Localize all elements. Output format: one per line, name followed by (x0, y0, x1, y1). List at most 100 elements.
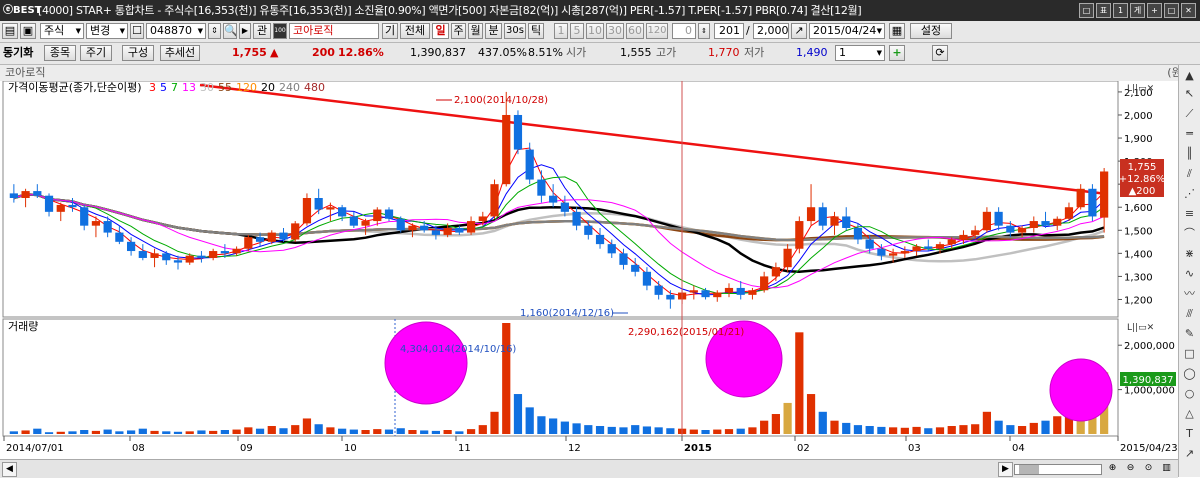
period-30s-button[interactable]: 30s (504, 23, 526, 39)
tab-period[interactable]: 주기 (80, 45, 112, 61)
auto-scroll-icon[interactable]: ↗ (791, 23, 807, 39)
zoom-out-icon[interactable]: ⊖ (1124, 462, 1137, 475)
scroll-right-icon[interactable]: ▶ (998, 462, 1013, 477)
volume-bar (478, 425, 487, 434)
gann-tool-icon[interactable]: ⋇ (1182, 247, 1197, 261)
volume-bar (971, 424, 980, 434)
save-icon[interactable]: ▣ (20, 23, 36, 39)
interval-120-button[interactable]: 120 (646, 23, 668, 39)
whole-button[interactable]: 전체 (400, 23, 430, 39)
stock-code-input[interactable]: 048870 (146, 23, 206, 39)
interval-custom-input[interactable]: 0 (672, 23, 696, 39)
fan-tool-icon[interactable]: ⋰ (1182, 187, 1197, 201)
vline-tool-icon[interactable]: ║ (1182, 147, 1197, 161)
ellipse-tool-icon[interactable]: ◯ (1182, 367, 1197, 381)
price-panel-controls[interactable]: L||▭✕ (1127, 84, 1154, 94)
maximize-button[interactable]: □ (1164, 3, 1179, 18)
zoom-in-icon[interactable]: ⊕ (1106, 462, 1119, 475)
candle-body (607, 244, 616, 254)
scroll-left-icon[interactable]: ◀ (2, 462, 17, 477)
period-tick-button[interactable]: 틱 (528, 23, 544, 39)
zoom-slider-thumb[interactable] (1019, 465, 1039, 474)
arrow-tool-icon[interactable]: ↗ (1182, 447, 1197, 461)
chart-area[interactable]: 2,1002,0001,9001,8001,7001,6001,5001,400… (0, 80, 1178, 459)
interval-30-button[interactable]: 30 (606, 23, 624, 39)
chart-menu-icon[interactable]: ▤ (2, 23, 18, 39)
volume-bar (1006, 425, 1015, 434)
regression-tool-icon[interactable]: ⫻ (1182, 307, 1197, 321)
period-daily-button[interactable]: 일 (432, 23, 449, 39)
add-chart-icon[interactable]: + (889, 45, 905, 61)
interval-spin-icon[interactable]: ⇕ (698, 23, 710, 39)
rectangle-tool-icon[interactable]: □ (1182, 347, 1197, 361)
circle-tool-icon[interactable]: ○ (1182, 387, 1197, 401)
stock-name-field[interactable]: 코아로직 (289, 23, 379, 39)
add-window-button[interactable]: + (1147, 3, 1162, 18)
chart-count-select[interactable]: 1 (835, 45, 885, 61)
open-price: 1,555 (620, 46, 652, 59)
tab-layout[interactable]: 구성 (122, 45, 154, 61)
volume-bar (33, 428, 42, 434)
wave-tool-icon[interactable]: 〰 (1182, 287, 1197, 301)
total-count-input[interactable]: 2,000 (753, 23, 789, 39)
horizontal-scrollbar[interactable]: ◀ ▶ ⊕ ⊖ ⊙ ▥ (0, 459, 1178, 478)
scroll-up-icon[interactable]: ▲ (1182, 69, 1197, 83)
ma-period-label: 20 (261, 81, 275, 94)
arc-tool-icon[interactable]: ⌒ (1182, 227, 1197, 241)
zoom-reset-icon[interactable]: ⊙ (1142, 462, 1155, 475)
volume-bar (771, 414, 780, 434)
cycle-tool-icon[interactable]: ∿ (1182, 267, 1197, 281)
text-tool-icon[interactable]: T (1182, 427, 1197, 441)
ma-period-label: 240 (279, 81, 300, 94)
restore-button[interactable]: □ (1079, 3, 1094, 18)
ma-legend-prefix: 가격이동평균(종가,단순이평) (8, 81, 142, 94)
volume-panel[interactable] (2, 318, 1119, 437)
watchlist-button[interactable]: 관 (253, 23, 271, 39)
candle-body (9, 193, 18, 198)
search-box-icon[interactable]: ☐ (130, 23, 144, 39)
link-1-button[interactable]: 1 (1113, 3, 1128, 18)
high-price: 1,770 (708, 46, 740, 59)
board-button[interactable]: 게 (1130, 3, 1145, 18)
candle-body (654, 285, 663, 295)
refresh-icon[interactable]: ⟳ (932, 45, 948, 61)
play-icon[interactable]: ▶ (239, 23, 251, 39)
pencil-tool-icon[interactable]: ✎ (1182, 327, 1197, 341)
channel-tool-icon[interactable]: ⫽ (1182, 167, 1197, 181)
market-select[interactable]: 주식 (40, 23, 84, 39)
period-minute-button[interactable]: 분 (485, 23, 502, 39)
settings-button[interactable]: 설정 (910, 23, 952, 39)
hline-tool-icon[interactable]: ═ (1182, 127, 1197, 141)
candle-body (1088, 188, 1097, 217)
zoom-slider-track[interactable] (1014, 464, 1102, 475)
spin-icon[interactable]: ⇕ (208, 23, 221, 39)
grid-100-icon[interactable]: 100 (273, 23, 287, 39)
tab-stock[interactable]: 종목 (44, 45, 76, 61)
period-monthly-button[interactable]: 월 (468, 23, 483, 39)
tab-trendline[interactable]: 추세선 (160, 45, 200, 61)
date-picker[interactable]: 2015/04/24 (809, 23, 885, 39)
calendar-icon[interactable]: ▦ (889, 23, 905, 39)
interval-10-button[interactable]: 10 (586, 23, 604, 39)
volume-bar (560, 421, 569, 434)
search-icon[interactable]: 🔍 (223, 23, 237, 39)
period-weekly-button[interactable]: 주 (451, 23, 466, 39)
basic-button[interactable]: 기 (382, 23, 398, 39)
toolbar-secondary: 동기화 종목 주기 구성 추세선 1,755 ▲ 200 12.86% 1,39… (0, 43, 1200, 65)
interval-1-button[interactable]: 1 (554, 23, 568, 39)
table-button[interactable]: 표 (1096, 3, 1111, 18)
interval-60-button[interactable]: 60 (626, 23, 644, 39)
sync-label[interactable]: 동기화 (3, 45, 33, 61)
fibo-tool-icon[interactable]: ≡ (1182, 207, 1197, 221)
change-select[interactable]: 변경 (86, 23, 128, 39)
volume-bar (302, 418, 312, 434)
trendline-tool-icon[interactable]: ⟋ (1182, 107, 1197, 121)
triangle-tool-icon[interactable]: △ (1182, 407, 1197, 421)
close-button[interactable]: ✕ (1181, 3, 1196, 18)
display-count-input[interactable]: 201 (714, 23, 744, 39)
chart-canvas[interactable]: 2,1002,0001,9001,8001,7001,6001,5001,400… (0, 80, 1178, 459)
cursor-tool-icon[interactable]: ↖ (1182, 87, 1197, 101)
volume-panel-controls[interactable]: L||▭✕ (1127, 323, 1154, 333)
fit-icon[interactable]: ▥ (1160, 462, 1173, 475)
interval-5-button[interactable]: 5 (570, 23, 584, 39)
